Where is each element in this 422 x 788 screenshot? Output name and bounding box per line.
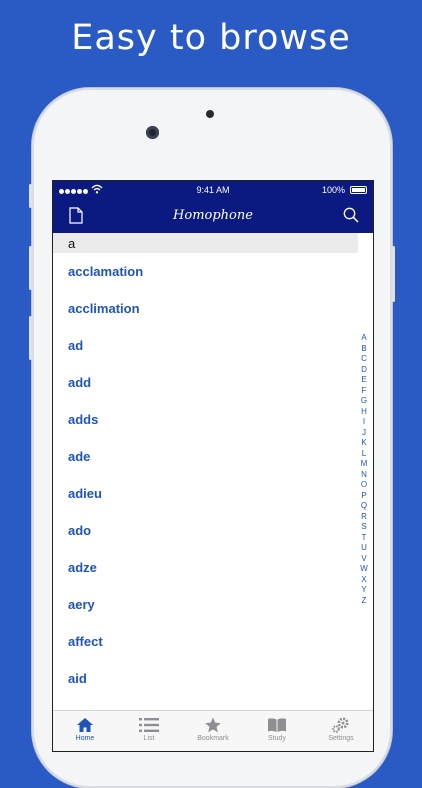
alphabet-index[interactable]: A B C D E F G H I J K L M N O P Q R S T …: [358, 333, 370, 606]
volume-up-button: [29, 246, 32, 290]
index-letter[interactable]: E: [358, 375, 370, 386]
list-icon: [139, 718, 159, 732]
index-letter[interactable]: T: [358, 533, 370, 544]
index-letter[interactable]: K: [358, 438, 370, 449]
index-letter[interactable]: F: [358, 386, 370, 397]
list-item[interactable]: ado: [53, 512, 358, 549]
list-item[interactable]: ad: [53, 327, 358, 364]
index-letter[interactable]: W: [358, 564, 370, 575]
list-item[interactable]: acclamation: [53, 253, 358, 290]
mute-switch: [29, 184, 32, 208]
home-icon: [77, 718, 93, 732]
promo-headline: Easy to browse: [71, 18, 351, 58]
section-header: a: [53, 233, 358, 253]
section-header-label: a: [68, 236, 76, 251]
index-letter[interactable]: X: [358, 575, 370, 586]
index-letter[interactable]: I: [358, 417, 370, 428]
index-letter[interactable]: S: [358, 522, 370, 533]
index-letter[interactable]: H: [358, 407, 370, 418]
book-icon: [268, 718, 286, 732]
status-bar: 9:41 AM 100%: [53, 181, 373, 200]
tab-study[interactable]: Study: [245, 711, 309, 751]
tab-list[interactable]: List: [117, 711, 181, 751]
index-letter[interactable]: V: [358, 554, 370, 565]
index-letter[interactable]: P: [358, 491, 370, 502]
nav-title: Homophone: [173, 208, 253, 223]
index-letter[interactable]: C: [358, 354, 370, 365]
list-item[interactable]: affect: [53, 623, 358, 660]
tab-bookmark[interactable]: Bookmark: [181, 711, 245, 751]
index-letter[interactable]: U: [358, 543, 370, 554]
index-letter[interactable]: A: [358, 333, 370, 344]
list-item[interactable]: add: [53, 364, 358, 401]
tab-label: List: [143, 735, 155, 742]
index-letter[interactable]: L: [358, 449, 370, 460]
speaker-dot: [206, 110, 214, 118]
nav-bar: Homophone: [53, 200, 373, 233]
index-letter[interactable]: Y: [358, 585, 370, 596]
front-camera: [146, 126, 159, 139]
word-list: acclamation acclimation ad add adds ade …: [53, 253, 358, 697]
list-item[interactable]: ade: [53, 438, 358, 475]
list-item[interactable]: adds: [53, 401, 358, 438]
index-letter[interactable]: G: [358, 396, 370, 407]
phone-screen: 9:41 AM 100% Homophone a acclamation acc…: [52, 180, 374, 752]
tab-label: Study: [268, 735, 286, 742]
index-letter[interactable]: O: [358, 480, 370, 491]
list-item[interactable]: aery: [53, 586, 358, 623]
tab-label: Home: [75, 735, 95, 742]
index-letter[interactable]: Q: [358, 501, 370, 512]
list-item[interactable]: adze: [53, 549, 358, 586]
battery-icon: [350, 186, 367, 194]
list-item[interactable]: aid: [53, 660, 358, 697]
tab-settings[interactable]: Settings: [309, 711, 373, 751]
star-icon: [205, 717, 221, 733]
tab-bar: Home List Bookmark Study Settings: [53, 710, 373, 751]
tab-label: Bookmark: [197, 735, 229, 742]
battery-percentage: 100%: [321, 185, 345, 195]
search-icon[interactable]: [343, 207, 359, 228]
list-item[interactable]: adieu: [53, 475, 358, 512]
tab-label: Settings: [328, 735, 354, 742]
index-letter[interactable]: Z: [358, 596, 370, 607]
index-letter[interactable]: R: [358, 512, 370, 523]
list-item[interactable]: acclimation: [53, 290, 358, 327]
index-letter[interactable]: D: [358, 365, 370, 376]
gear-icon: [332, 717, 349, 733]
index-letter[interactable]: B: [358, 344, 370, 355]
volume-down-button: [29, 316, 32, 360]
index-letter[interactable]: M: [358, 459, 370, 470]
tab-home[interactable]: Home: [53, 711, 117, 751]
index-letter[interactable]: N: [358, 470, 370, 481]
power-button: [392, 246, 395, 302]
index-letter[interactable]: J: [358, 428, 370, 439]
